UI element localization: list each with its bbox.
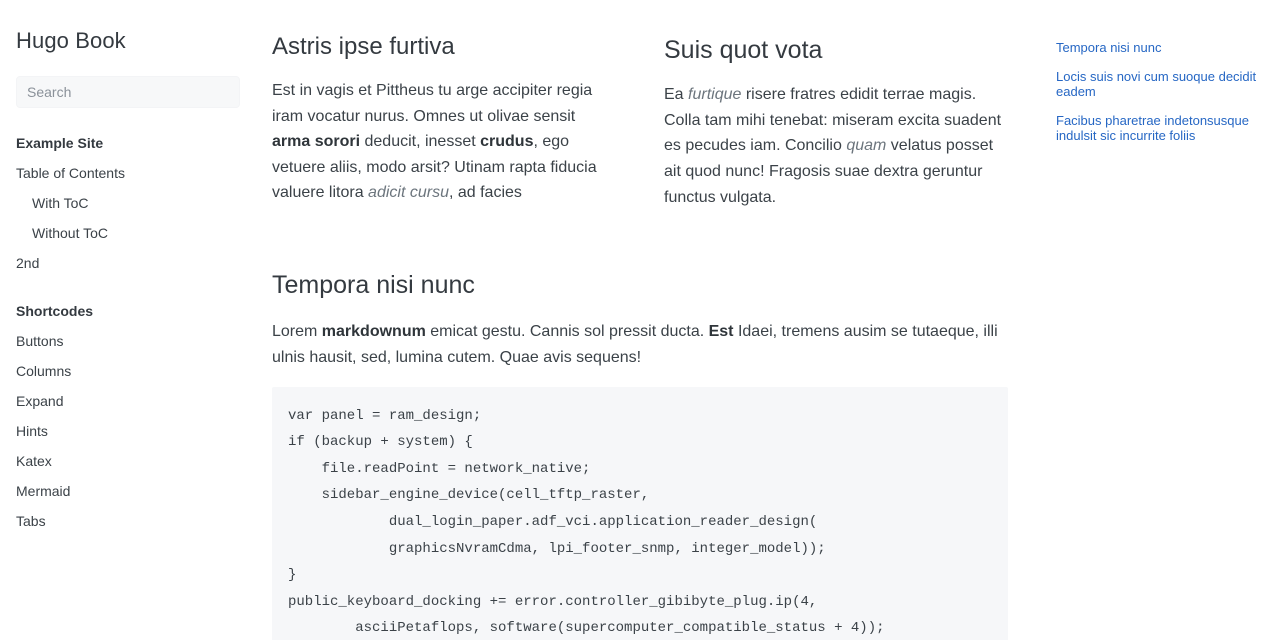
- two-column-block: Astris ipse furtiva Est in vagis et Pitt…: [272, 0, 1008, 226]
- main-content: Astris ipse furtiva Est in vagis et Pitt…: [256, 0, 1040, 640]
- page-root: Hugo Book Example Site Table of Contents…: [0, 0, 1280, 640]
- code-block: var panel = ram_design; if (backup + sys…: [272, 386, 1008, 640]
- sidebar-item-without-toc[interactable]: Without ToC: [16, 218, 240, 248]
- column-left-paragraph: Est in vagis et Pittheus tu arge accipit…: [272, 82, 597, 202]
- sidebar-item-buttons[interactable]: Buttons: [16, 326, 240, 356]
- toc-link-1[interactable]: Tempora nisi nunc: [1056, 40, 1264, 55]
- site-title: Hugo Book: [16, 28, 126, 53]
- section-heading-tempora: Tempora nisi nunc: [272, 271, 475, 300]
- table-of-contents-panel: Tempora nisi nunc Locis suis novi cum su…: [1040, 0, 1280, 640]
- column-left-heading: Astris ipse furtiva: [272, 33, 455, 60]
- article-body: Astris ipse furtiva Est in vagis et Pitt…: [256, 0, 1024, 640]
- sidebar-item-table-of-contents[interactable]: Table of Contents: [16, 158, 240, 188]
- toc-link-2[interactable]: Locis suis novi cum suoque decidit eadem: [1056, 69, 1264, 99]
- sidebar-section-shortcodes: Shortcodes: [16, 303, 94, 320]
- sidebar-item-columns[interactable]: Columns: [16, 356, 240, 386]
- sidebar-section-example-site: Example Site: [16, 135, 104, 152]
- sidebar-item-mermaid[interactable]: Mermaid: [16, 476, 240, 506]
- code-block-content: var panel = ram_design; if (backup + sys…: [288, 407, 885, 637]
- toc-link-3[interactable]: Facibus pharetrae indetonsusque indulsit…: [1056, 113, 1264, 143]
- column-right-heading: Suis quot vota: [664, 36, 823, 64]
- sidebar-item-tabs[interactable]: Tabs: [16, 506, 240, 536]
- search-input[interactable]: [16, 76, 240, 109]
- sidebar: Hugo Book Example Site Table of Contents…: [0, 0, 256, 640]
- sidebar-nav: Example Site Table of Contents With ToC …: [16, 128, 240, 536]
- sidebar-item-hints[interactable]: Hints: [16, 416, 240, 446]
- column-left: Astris ipse furtiva Est in vagis et Pitt…: [272, 0, 664, 226]
- column-right-paragraph: Ea furtique risere fratres edidit terrae…: [664, 86, 1002, 206]
- column-right: Suis quot vota Ea furtique risere fratre…: [664, 0, 1008, 226]
- section-paragraph-tempora: Lorem markdownum emicat gestu. Cannis so…: [272, 323, 998, 367]
- sidebar-item-expand[interactable]: Expand: [16, 386, 240, 416]
- sidebar-item-katex[interactable]: Katex: [16, 446, 240, 476]
- sidebar-item-with-toc[interactable]: With ToC: [16, 188, 240, 218]
- sidebar-item-2nd[interactable]: 2nd: [16, 248, 240, 278]
